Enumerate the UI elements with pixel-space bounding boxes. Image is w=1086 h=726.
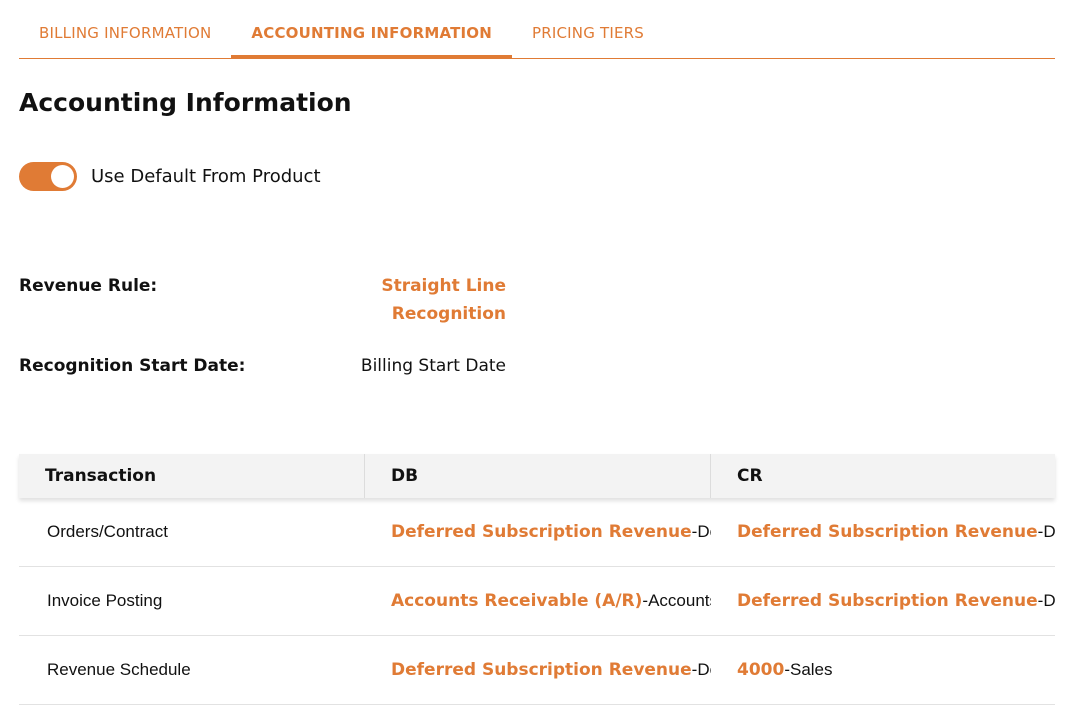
db-cell: Accounts Receivable (A/R)-Accounts <box>365 591 711 611</box>
revenue-rule-value-line1: Straight Line <box>381 276 506 296</box>
tab-pricing-tiers[interactable]: PRICING TIERS <box>512 0 664 59</box>
cr-cell: Deferred Subscription Revenue-De <box>711 591 1055 611</box>
db-account-desc: -Accounts <box>642 591 711 610</box>
cr-cell: 4000-Sales <box>711 660 1055 680</box>
header-transaction[interactable]: Transaction <box>19 454 365 498</box>
tab-billing-information[interactable]: BILLING INFORMATION <box>19 0 231 59</box>
default-toggle-row: Use Default From Product <box>19 162 321 191</box>
db-cell: Deferred Subscription Revenue-De <box>365 522 711 542</box>
db-cell: Deferred Subscription Revenue-De <box>365 660 711 680</box>
cr-account-desc: -De <box>1037 522 1055 541</box>
transaction-cell: Revenue Schedule <box>47 660 191 679</box>
table-row: Revenue Schedule Deferred Subscription R… <box>19 636 1055 705</box>
db-account-link[interactable]: Deferred Subscription Revenue <box>391 522 692 542</box>
table-row: Orders/Contract Deferred Subscription Re… <box>19 498 1055 567</box>
header-cr[interactable]: CR <box>711 454 1055 498</box>
revenue-rule-link[interactable]: Straight Line Recognition <box>366 272 506 328</box>
table-row: Invoice Posting Accounts Receivable (A/R… <box>19 567 1055 636</box>
db-account-link[interactable]: Deferred Subscription Revenue <box>391 660 692 680</box>
grid-header: Transaction DB CR <box>19 454 1055 498</box>
transaction-cell: Invoice Posting <box>47 591 163 610</box>
accounting-grid: Transaction DB CR Orders/Contract Deferr… <box>19 454 1055 705</box>
cr-account-link[interactable]: 4000 <box>737 660 784 680</box>
db-account-link[interactable]: Accounts Receivable (A/R) <box>391 591 642 611</box>
cr-account-link[interactable]: Deferred Subscription Revenue <box>737 591 1038 611</box>
cr-account-desc: -De <box>1037 591 1055 610</box>
use-default-label: Use Default From Product <box>91 166 321 187</box>
page-title: Accounting Information <box>19 88 352 117</box>
recognition-start-label: Recognition Start Date: <box>19 356 246 376</box>
db-account-desc: -De <box>691 660 711 679</box>
db-account-desc: -De <box>691 522 711 541</box>
tab-bar: BILLING INFORMATION ACCOUNTING INFORMATI… <box>19 0 1055 59</box>
recognition-start-value: Billing Start Date <box>360 356 506 376</box>
cr-account-desc: -Sales <box>784 660 833 679</box>
revenue-rule-label: Revenue Rule: <box>19 276 158 296</box>
header-db[interactable]: DB <box>365 454 711 498</box>
toggle-knob <box>51 165 74 188</box>
transaction-cell: Orders/Contract <box>47 522 168 541</box>
use-default-toggle[interactable] <box>19 162 77 191</box>
cr-account-link[interactable]: Deferred Subscription Revenue <box>737 522 1038 542</box>
tab-accounting-information[interactable]: ACCOUNTING INFORMATION <box>231 0 513 59</box>
cr-cell: Deferred Subscription Revenue-De <box>711 522 1055 542</box>
revenue-rule-value-line2: Recognition <box>391 304 506 324</box>
